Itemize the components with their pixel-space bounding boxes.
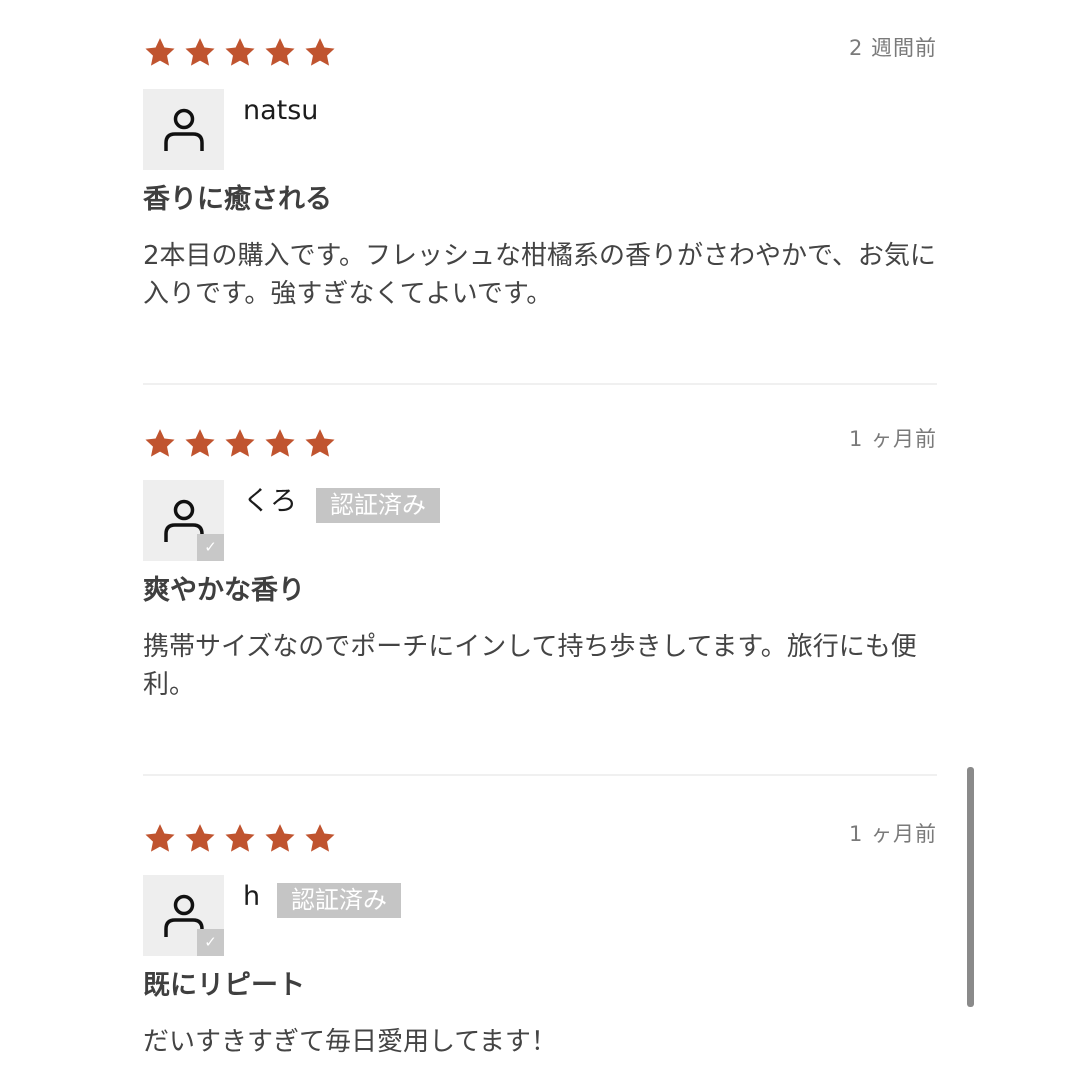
- checkmark-icon: ✓: [197, 929, 224, 956]
- star-icon: [263, 36, 303, 70]
- checkmark-icon: ✓: [197, 534, 224, 561]
- star-icon: [223, 36, 263, 70]
- review-date: 2 週間前: [848, 36, 937, 60]
- reviewer-name: natsu: [243, 95, 319, 126]
- avatar: ✓: [143, 875, 224, 956]
- reviewer-name: くろ: [243, 486, 297, 517]
- star-rating: [143, 822, 343, 856]
- scrollbar[interactable]: [967, 767, 974, 1007]
- star-icon: [303, 427, 343, 461]
- divider: [143, 774, 937, 776]
- review-body: だいすきすぎて毎日愛用してます！: [143, 1027, 557, 1057]
- star-icon: [143, 36, 183, 70]
- star-icon: [263, 427, 303, 461]
- review-date: 1 ヶ月前: [848, 427, 937, 451]
- star-icon: [303, 822, 343, 856]
- avatar: [143, 89, 224, 170]
- review-body: 携帯サイズなのでポーチにインして持ち歩きしてます。旅行にも便利。: [143, 632, 917, 700]
- review-date: 1 ヶ月前: [848, 822, 937, 846]
- star-icon: [223, 822, 263, 856]
- verified-badge: 認証済み: [316, 488, 440, 523]
- avatar: ✓: [143, 480, 224, 561]
- star-rating: [143, 36, 343, 70]
- reviewer-name: h: [243, 881, 261, 912]
- divider: [143, 383, 937, 385]
- star-icon: [143, 427, 183, 461]
- verified-badge: 認証済み: [277, 883, 401, 918]
- star-rating: [143, 427, 343, 461]
- star-icon: [143, 822, 183, 856]
- star-icon: [263, 822, 303, 856]
- star-icon: [183, 36, 223, 70]
- review-title: 既にリピート: [143, 970, 305, 1001]
- star-icon: [303, 36, 343, 70]
- star-icon: [223, 427, 263, 461]
- star-icon: [183, 427, 223, 461]
- star-icon: [183, 822, 223, 856]
- user-icon: [164, 108, 204, 151]
- review-title: 爽やかな香り: [143, 575, 305, 606]
- review-body: 2本目の購入です。フレッシュな柑橘系の香りがさわやかで、お気に入りです。強すぎな…: [143, 241, 936, 309]
- review-title: 香りに癒される: [143, 184, 332, 215]
